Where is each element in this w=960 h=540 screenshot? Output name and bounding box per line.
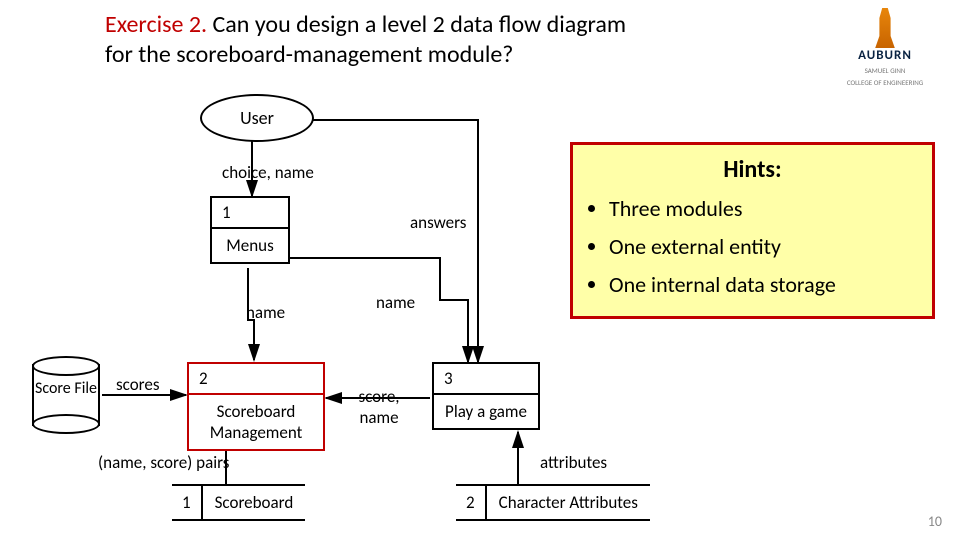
process-menus: 1 Menus xyxy=(210,196,290,264)
flow-answers: answers xyxy=(410,212,466,233)
process-menus-label: Menus xyxy=(212,229,288,262)
flow-name-left: name xyxy=(246,302,285,323)
flow-score-name: score, name xyxy=(344,386,414,428)
flow-scores: scores xyxy=(116,374,159,395)
hint-item: Three modules xyxy=(609,190,918,228)
entity-user: User xyxy=(200,94,314,142)
datastore-scorefile: Score File xyxy=(32,356,100,434)
hint-item: One external entity xyxy=(609,228,918,266)
flow-pairs: (name, score) pairs xyxy=(98,452,229,473)
page-number: 10 xyxy=(928,513,942,530)
ds-scoreboard-label: Scoreboard xyxy=(203,486,306,519)
ds-char-num: 2 xyxy=(456,486,487,519)
hints-list: Three modules One external entity One in… xyxy=(587,190,918,304)
hints-title: Hints: xyxy=(587,155,918,184)
process-scoreboard-mgmt: 2 Scoreboard Management xyxy=(187,362,325,451)
process-play-num: 3 xyxy=(434,364,538,395)
datastore-char-attrs: 2 Character Attributes xyxy=(456,484,650,521)
scorefile-label: Score File xyxy=(32,380,100,398)
ds-scoreboard-num: 1 xyxy=(172,486,203,519)
hints-box: Hints: Three modules One external entity… xyxy=(570,142,935,319)
flow-attributes: attributes xyxy=(540,452,607,473)
process-play-game: 3 Play a game xyxy=(432,362,540,430)
entity-user-label: User xyxy=(240,107,274,129)
process-sb-label: Scoreboard Management xyxy=(189,395,323,449)
flow-name-right: name xyxy=(376,292,415,313)
hint-item: One internal data storage xyxy=(609,266,918,304)
process-sb-num: 2 xyxy=(189,364,323,395)
ds-char-label: Character Attributes xyxy=(487,486,650,519)
process-play-label: Play a game xyxy=(434,395,538,428)
datastore-scoreboard: 1 Scoreboard xyxy=(172,484,305,521)
process-menus-num: 1 xyxy=(212,198,288,229)
flow-choice-name: choice, name xyxy=(222,162,314,183)
